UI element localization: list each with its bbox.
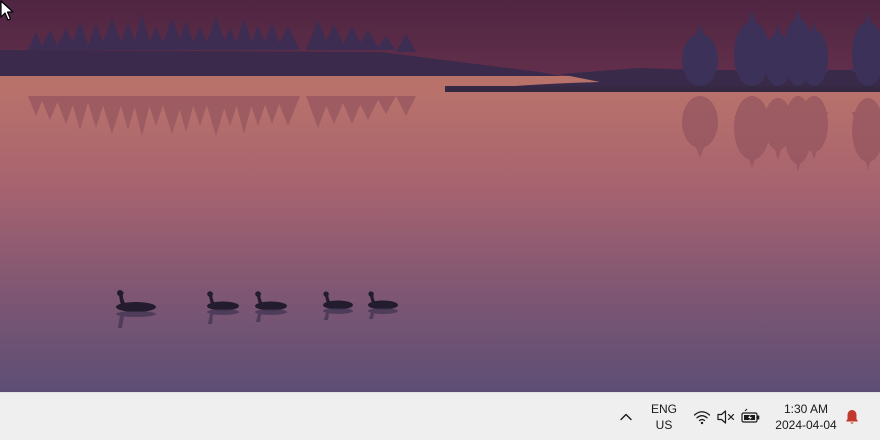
wifi-icon[interactable] bbox=[691, 406, 713, 428]
clock[interactable]: 1:30 AM 2024-04-04 bbox=[768, 401, 844, 433]
bell-icon[interactable] bbox=[842, 407, 862, 427]
desktop-wallpaper bbox=[0, 0, 880, 392]
clock-date: 2024-04-04 bbox=[775, 418, 837, 432]
taskbar: ENG US 1:30 AM 2024-04-04 bbox=[0, 392, 880, 440]
clock-time: 1:30 AM bbox=[783, 402, 829, 416]
language-indicator[interactable]: ENG US bbox=[646, 401, 682, 433]
wallpaper-scene bbox=[0, 0, 880, 392]
language-code: ENG bbox=[650, 402, 677, 416]
language-region: US bbox=[655, 418, 673, 432]
mouse-pointer-icon bbox=[0, 0, 14, 21]
battery-charging-icon[interactable] bbox=[739, 406, 761, 428]
speaker-muted-icon[interactable] bbox=[715, 406, 737, 428]
chevron-up-icon[interactable] bbox=[616, 407, 636, 427]
